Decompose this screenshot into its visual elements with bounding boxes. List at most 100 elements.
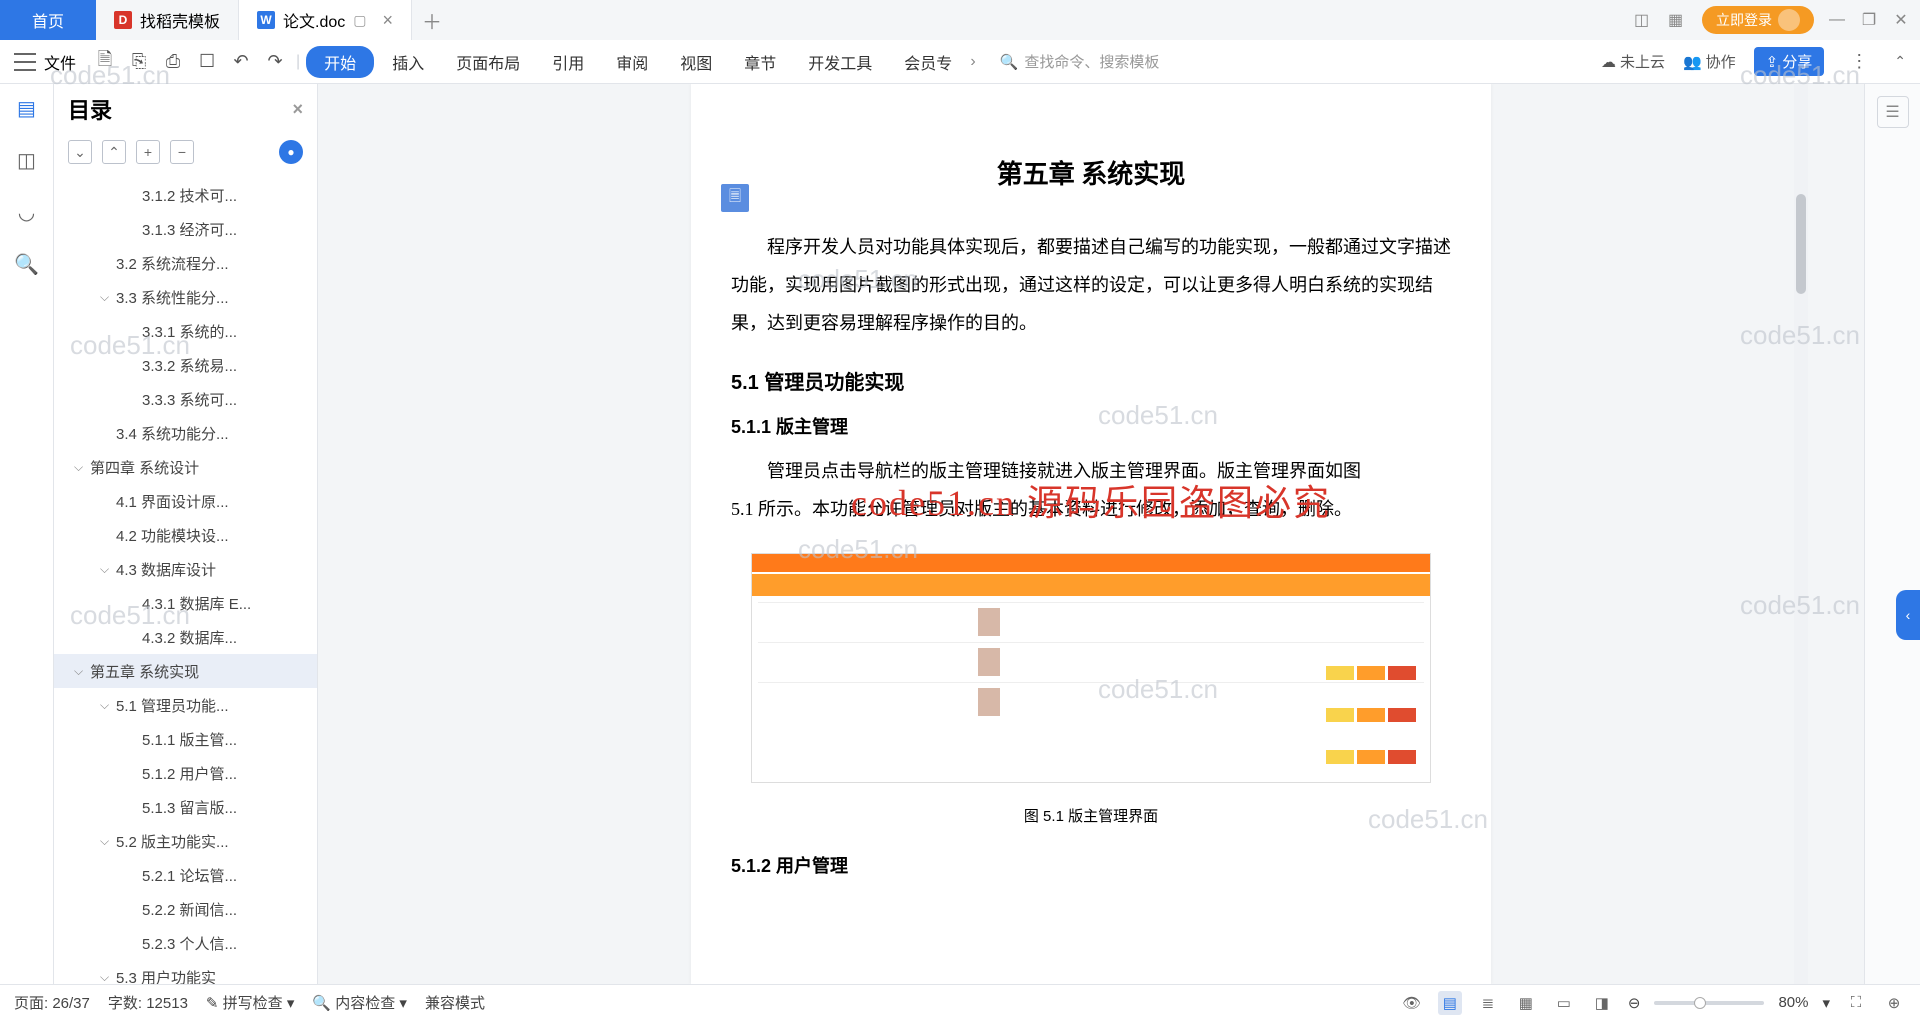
outline-item[interactable]: 4.3.1 数据库 E... xyxy=(54,586,317,620)
structure-rail-icon[interactable]: ◫ xyxy=(15,148,39,172)
read-view-icon[interactable]: ▭ xyxy=(1552,991,1576,1015)
outline-item[interactable]: 3.3.2 系统易... xyxy=(54,348,317,382)
share-button[interactable]: ⇪ 分享 xyxy=(1754,47,1825,76)
status-contentcheck[interactable]: 🔍 内容检查 ▾ xyxy=(312,992,407,1013)
eye-mode-icon[interactable]: 👁 xyxy=(1400,991,1424,1015)
chevron-right-icon[interactable]: › xyxy=(970,53,975,71)
ai-icon[interactable]: ● xyxy=(279,140,303,164)
more-menu-icon[interactable]: ⋮ xyxy=(1842,51,1876,72)
bookmark-rail-icon[interactable]: ◡ xyxy=(15,200,39,224)
menu-insert[interactable]: 插入 xyxy=(378,46,438,78)
collapse-all-icon[interactable]: ⌄ xyxy=(68,140,92,164)
toolbox-icon[interactable]: ☰ xyxy=(1877,96,1909,128)
login-button[interactable]: 立即登录 xyxy=(1702,6,1814,34)
tab-template[interactable]: D 找稻壳模板 xyxy=(96,0,239,40)
focus-view-icon[interactable]: ◨ xyxy=(1590,991,1614,1015)
cloud-status[interactable]: ☁ 未上云 xyxy=(1601,51,1665,72)
expand-all-icon[interactable]: ⌃ xyxy=(102,140,126,164)
document-canvas: 🗏 第五章 系统实现 程序开发人员对功能具体实现后，都要描述自己编写的功能实现，… xyxy=(318,84,1864,984)
outline-item[interactable]: 5.1.3 留言版... xyxy=(54,790,317,824)
outline-item-label: 5.2.3 个人信... xyxy=(142,933,237,954)
status-spellcheck[interactable]: ✎ 拼写检查 ▾ xyxy=(206,992,294,1013)
outline-item[interactable]: 5.1.2 用户管... xyxy=(54,756,317,790)
outline-item[interactable]: ⌵3.3 系统性能分... xyxy=(54,280,317,314)
menu-start[interactable]: 开始 xyxy=(306,46,374,78)
file-menu[interactable]: 文件 xyxy=(44,50,76,74)
outline-item[interactable]: ⌵5.1 管理员功能... xyxy=(54,688,317,722)
side-tab[interactable]: ‹ xyxy=(1896,590,1920,640)
outline-item[interactable]: 5.1.1 版主管... xyxy=(54,722,317,756)
status-words[interactable]: 字数: 12513 xyxy=(108,992,188,1013)
menu-view[interactable]: 视图 xyxy=(666,46,726,78)
web-view-icon[interactable]: ▦ xyxy=(1514,991,1538,1015)
outline-view-icon[interactable]: ≣ xyxy=(1476,991,1500,1015)
outline-item-label: 5.1 管理员功能... xyxy=(116,695,229,716)
outline-item[interactable]: 4.3.2 数据库... xyxy=(54,620,317,654)
outline-item[interactable]: ⌵5.2 版主功能实... xyxy=(54,824,317,858)
apps-grid-icon[interactable]: ▦ xyxy=(1668,10,1688,30)
menu-chapter[interactable]: 章节 xyxy=(730,46,790,78)
zoom-slider[interactable] xyxy=(1654,1001,1764,1005)
outline-item[interactable]: 3.1.2 技术可... xyxy=(54,178,317,212)
outline-item[interactable]: ⌵4.3 数据库设计 xyxy=(54,552,317,586)
outline-item[interactable]: 5.2.2 新闻信... xyxy=(54,892,317,926)
fullscreen-icon[interactable]: ⛶ xyxy=(1844,991,1868,1015)
search-command[interactable]: 🔍 查找命令、搜索模板 xyxy=(1000,51,1160,72)
outline-item[interactable]: 4.2 功能模块设... xyxy=(54,518,317,552)
outline-item[interactable]: 3.2 系统流程分... xyxy=(54,246,317,280)
scroll-thumb[interactable] xyxy=(1796,194,1806,294)
outline-item[interactable]: 3.1.3 经济可... xyxy=(54,212,317,246)
close-outline-icon[interactable]: × xyxy=(292,99,303,120)
outline-item[interactable]: 4.1 界面设计原... xyxy=(54,484,317,518)
outline-item[interactable]: 3.3.3 系统可... xyxy=(54,382,317,416)
restore-icon[interactable]: ❐ xyxy=(1860,11,1878,29)
search-rail-icon[interactable]: 🔍 xyxy=(15,252,39,276)
collab-button[interactable]: 👥 协作 xyxy=(1683,51,1736,72)
outline-item[interactable]: ⌵第四章 系统设计 xyxy=(54,450,317,484)
print-icon[interactable]: ⎙ xyxy=(158,47,188,77)
tab-document-label: 论文.doc xyxy=(283,8,345,32)
zoom-thumb[interactable] xyxy=(1694,997,1706,1009)
outline-item[interactable]: ⌵5.3 用户功能实 xyxy=(54,960,317,984)
minimize-icon[interactable]: — xyxy=(1828,11,1846,29)
outline-item[interactable]: 5.2.1 论坛管... xyxy=(54,858,317,892)
add-tab-button[interactable]: ＋ xyxy=(412,6,452,35)
save-icon[interactable]: 🗎 xyxy=(90,47,120,77)
zoom-out-icon[interactable]: ⊖ xyxy=(1628,994,1641,1012)
outline-rail-icon[interactable]: ▤ xyxy=(15,96,39,120)
close-tab-icon[interactable]: × xyxy=(383,10,394,31)
outline-item[interactable]: 3.3.1 系统的... xyxy=(54,314,317,348)
status-page[interactable]: 页面: 26/37 xyxy=(14,992,90,1013)
status-compat[interactable]: 兼容模式 xyxy=(425,992,485,1013)
zoom-value[interactable]: 80% xyxy=(1778,994,1808,1011)
outline-item-label: 5.1.2 用户管... xyxy=(142,763,237,784)
undo-icon[interactable]: ↶ xyxy=(226,47,256,77)
scrollbar-vertical[interactable] xyxy=(1794,84,1808,984)
export-icon[interactable]: ⎘ xyxy=(124,47,154,77)
collapse-ribbon-icon[interactable]: ⌃ xyxy=(1894,53,1906,70)
heading-5-1: 5.1 管理员功能实现 xyxy=(731,366,1451,395)
redo-icon[interactable]: ↷ xyxy=(260,47,290,77)
hamburger-icon[interactable] xyxy=(14,53,36,71)
preview-icon[interactable]: ☐ xyxy=(192,47,222,77)
page-view-icon[interactable]: ▤ xyxy=(1438,991,1462,1015)
tab-home[interactable]: 首页 xyxy=(0,0,96,40)
toc-add-icon[interactable]: + xyxy=(136,140,160,164)
menu-member[interactable]: 会员专 xyxy=(890,46,966,78)
split-view-icon[interactable]: ◫ xyxy=(1634,10,1654,30)
maximize-doc-icon[interactable]: ▢ xyxy=(353,12,366,29)
menu-review[interactable]: 审阅 xyxy=(602,46,662,78)
fit-icon[interactable]: ⊕ xyxy=(1882,991,1906,1015)
menu-layout[interactable]: 页面布局 xyxy=(442,46,534,78)
menu-reference[interactable]: 引用 xyxy=(538,46,598,78)
outline-item[interactable]: ⌵第五章 系统实现 xyxy=(54,654,317,688)
spell-icon: ✎ xyxy=(206,995,219,1012)
outline-item[interactable]: 5.2.3 个人信... xyxy=(54,926,317,960)
toc-remove-icon[interactable]: − xyxy=(170,140,194,164)
login-label: 立即登录 xyxy=(1716,10,1772,30)
tab-document[interactable]: W 论文.doc ▢ × xyxy=(239,0,412,40)
close-window-icon[interactable]: ✕ xyxy=(1892,11,1910,29)
menu-devtools[interactable]: 开发工具 xyxy=(794,46,886,78)
outline-item[interactable]: 3.4 系统功能分... xyxy=(54,416,317,450)
page-action-icon[interactable]: 🗏 xyxy=(721,184,749,212)
